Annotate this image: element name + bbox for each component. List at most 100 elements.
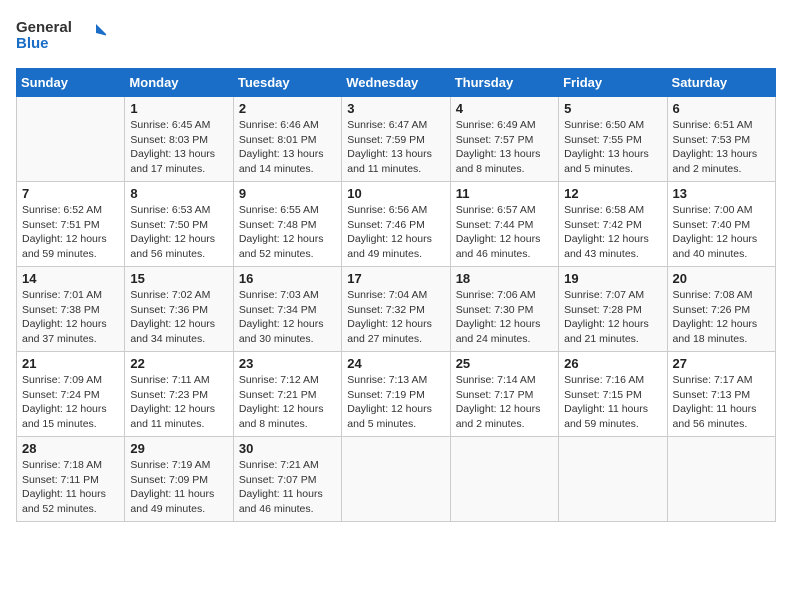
weekday-header-cell: Sunday [17,69,125,97]
calendar-cell: 28 Sunrise: 7:18 AM Sunset: 7:11 PM Dayli… [17,437,125,522]
day-number: 4 [456,101,553,116]
weekday-header-cell: Wednesday [342,69,450,97]
day-info: Sunrise: 7:21 AM Sunset: 7:07 PM Dayligh… [239,458,336,517]
day-info: Sunrise: 6:57 AM Sunset: 7:44 PM Dayligh… [456,203,553,262]
day-info: Sunrise: 6:45 AM Sunset: 8:03 PM Dayligh… [130,118,227,177]
weekday-header-cell: Monday [125,69,233,97]
calendar-cell: 20 Sunrise: 7:08 AM Sunset: 7:26 PM Dayli… [667,267,775,352]
day-info: Sunrise: 7:04 AM Sunset: 7:32 PM Dayligh… [347,288,444,347]
logo: GeneralBlue [16,16,106,56]
day-info: Sunrise: 6:47 AM Sunset: 7:59 PM Dayligh… [347,118,444,177]
calendar-table: SundayMondayTuesdayWednesdayThursdayFrid… [16,68,776,522]
calendar-cell: 9Sunrise: 6:55 AM Sunset: 7:48 PM Daylig… [233,182,341,267]
day-number: 23 [239,356,336,371]
day-info: Sunrise: 6:50 AM Sunset: 7:55 PM Dayligh… [564,118,661,177]
day-info: Sunrise: 7:02 AM Sunset: 7:36 PM Dayligh… [130,288,227,347]
calendar-cell: 3 Sunrise: 6:47 AM Sunset: 7:59 PM Daylig… [342,97,450,182]
day-info: Sunrise: 7:03 AM Sunset: 7:34 PM Dayligh… [239,288,336,347]
day-info: Sunrise: 6:51 AM Sunset: 7:53 PM Dayligh… [673,118,770,177]
day-number: 18 [456,271,553,286]
calendar-cell: 24 Sunrise: 7:13 AM Sunset: 7:19 PM Dayli… [342,352,450,437]
day-number: 12 [564,186,661,201]
day-info: Sunrise: 7:13 AM Sunset: 7:19 PM Dayligh… [347,373,444,432]
calendar-body: 1Sunrise: 6:45 AM Sunset: 8:03 PM Daylig… [17,97,776,522]
day-info: Sunrise: 7:09 AM Sunset: 7:24 PM Dayligh… [22,373,119,432]
day-number: 9 [239,186,336,201]
calendar-week-row: 1Sunrise: 6:45 AM Sunset: 8:03 PM Daylig… [17,97,776,182]
day-info: Sunrise: 7:06 AM Sunset: 7:30 PM Dayligh… [456,288,553,347]
calendar-cell: 19Sunrise: 7:07 AM Sunset: 7:28 PM Dayli… [559,267,667,352]
day-number: 6 [673,101,770,116]
calendar-week-row: 7 Sunrise: 6:52 AM Sunset: 7:51 PM Daylig… [17,182,776,267]
weekday-header-cell: Thursday [450,69,558,97]
day-info: Sunrise: 7:18 AM Sunset: 7:11 PM Dayligh… [22,458,119,517]
calendar-cell: 5 Sunrise: 6:50 AM Sunset: 7:55 PM Daylig… [559,97,667,182]
day-info: Sunrise: 6:52 AM Sunset: 7:51 PM Dayligh… [22,203,119,262]
day-info: Sunrise: 7:17 AM Sunset: 7:13 PM Dayligh… [673,373,770,432]
calendar-cell [450,437,558,522]
calendar-cell: 7 Sunrise: 6:52 AM Sunset: 7:51 PM Daylig… [17,182,125,267]
day-info: Sunrise: 7:19 AM Sunset: 7:09 PM Dayligh… [130,458,227,517]
calendar-cell: 12 Sunrise: 6:58 AM Sunset: 7:42 PM Dayli… [559,182,667,267]
day-info: Sunrise: 7:00 AM Sunset: 7:40 PM Dayligh… [673,203,770,262]
calendar-cell: 2Sunrise: 6:46 AM Sunset: 8:01 PM Daylig… [233,97,341,182]
day-number: 7 [22,186,119,201]
day-number: 21 [22,356,119,371]
day-info: Sunrise: 6:53 AM Sunset: 7:50 PM Dayligh… [130,203,227,262]
day-number: 3 [347,101,444,116]
day-info: Sunrise: 6:56 AM Sunset: 7:46 PM Dayligh… [347,203,444,262]
day-info: Sunrise: 6:49 AM Sunset: 7:57 PM Dayligh… [456,118,553,177]
day-info: Sunrise: 7:16 AM Sunset: 7:15 PM Dayligh… [564,373,661,432]
calendar-cell [559,437,667,522]
day-number: 28 [22,441,119,456]
day-number: 10 [347,186,444,201]
weekday-header-cell: Saturday [667,69,775,97]
day-info: Sunrise: 7:11 AM Sunset: 7:23 PM Dayligh… [130,373,227,432]
day-info: Sunrise: 7:08 AM Sunset: 7:26 PM Dayligh… [673,288,770,347]
day-number: 15 [130,271,227,286]
calendar-cell: 6 Sunrise: 6:51 AM Sunset: 7:53 PM Daylig… [667,97,775,182]
calendar-cell: 11Sunrise: 6:57 AM Sunset: 7:44 PM Dayli… [450,182,558,267]
calendar-cell [17,97,125,182]
day-number: 24 [347,356,444,371]
svg-text:Blue: Blue [16,35,49,52]
calendar-cell: 21 Sunrise: 7:09 AM Sunset: 7:24 PM Dayli… [17,352,125,437]
calendar-cell: 8Sunrise: 6:53 AM Sunset: 7:50 PM Daylig… [125,182,233,267]
calendar-cell: 30 Sunrise: 7:21 AM Sunset: 7:07 PM Dayli… [233,437,341,522]
calendar-cell: 15 Sunrise: 7:02 AM Sunset: 7:36 PM Dayli… [125,267,233,352]
calendar-cell: 26 Sunrise: 7:16 AM Sunset: 7:15 PM Dayli… [559,352,667,437]
logo-svg: GeneralBlue [16,16,106,56]
day-number: 22 [130,356,227,371]
svg-text:General: General [16,19,72,36]
calendar-cell: 25Sunrise: 7:14 AM Sunset: 7:17 PM Dayli… [450,352,558,437]
calendar-cell: 16Sunrise: 7:03 AM Sunset: 7:34 PM Dayli… [233,267,341,352]
calendar-cell: 4 Sunrise: 6:49 AM Sunset: 7:57 PM Daylig… [450,97,558,182]
calendar-cell [342,437,450,522]
day-number: 25 [456,356,553,371]
day-number: 2 [239,101,336,116]
calendar-cell: 23 Sunrise: 7:12 AM Sunset: 7:21 PM Dayli… [233,352,341,437]
calendar-cell: 27Sunrise: 7:17 AM Sunset: 7:13 PM Dayli… [667,352,775,437]
day-number: 20 [673,271,770,286]
calendar-cell: 14 Sunrise: 7:01 AM Sunset: 7:38 PM Dayli… [17,267,125,352]
calendar-week-row: 14 Sunrise: 7:01 AM Sunset: 7:38 PM Dayli… [17,267,776,352]
day-number: 5 [564,101,661,116]
calendar-header: SundayMondayTuesdayWednesdayThursdayFrid… [17,69,776,97]
day-number: 13 [673,186,770,201]
calendar-cell: 29 Sunrise: 7:19 AM Sunset: 7:09 PM Dayli… [125,437,233,522]
day-info: Sunrise: 7:12 AM Sunset: 7:21 PM Dayligh… [239,373,336,432]
calendar-cell: 1Sunrise: 6:45 AM Sunset: 8:03 PM Daylig… [125,97,233,182]
weekday-header-cell: Friday [559,69,667,97]
calendar-cell: 18 Sunrise: 7:06 AM Sunset: 7:30 PM Dayli… [450,267,558,352]
calendar-week-row: 28 Sunrise: 7:18 AM Sunset: 7:11 PM Dayli… [17,437,776,522]
day-info: Sunrise: 6:58 AM Sunset: 7:42 PM Dayligh… [564,203,661,262]
day-number: 30 [239,441,336,456]
day-number: 14 [22,271,119,286]
day-number: 26 [564,356,661,371]
day-number: 29 [130,441,227,456]
header: GeneralBlue [16,16,776,56]
calendar-cell: 17Sunrise: 7:04 AM Sunset: 7:32 PM Dayli… [342,267,450,352]
calendar-cell: 10 Sunrise: 6:56 AM Sunset: 7:46 PM Dayli… [342,182,450,267]
day-info: Sunrise: 7:01 AM Sunset: 7:38 PM Dayligh… [22,288,119,347]
weekday-header-row: SundayMondayTuesdayWednesdayThursdayFrid… [17,69,776,97]
